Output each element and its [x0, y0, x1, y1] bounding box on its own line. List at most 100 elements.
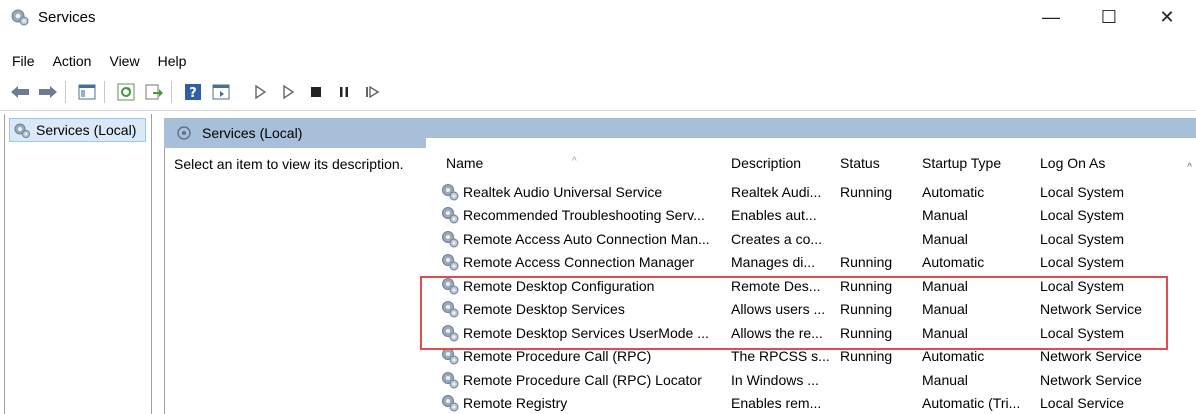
service-name: Remote Access Auto Connection Man... — [463, 230, 710, 247]
service-gear-icon — [442, 277, 459, 295]
column-header-name[interactable]: Name — [446, 148, 724, 178]
pause-service-icon — [340, 87, 348, 97]
column-header-description[interactable]: Description — [731, 148, 831, 178]
toolbar-separator — [238, 81, 239, 103]
service-name: Remote Registry — [463, 395, 568, 412]
service-name: Remote Desktop Configuration — [463, 277, 655, 294]
service-description: Allows users ... — [731, 301, 826, 318]
service-status: Running — [840, 277, 893, 294]
service-name-cell: Remote Registry — [440, 392, 728, 414]
toolbar-separator — [65, 81, 66, 103]
menu-view[interactable]: View — [109, 53, 139, 69]
menu-file[interactable]: File — [12, 53, 35, 69]
service-status: Running — [840, 254, 893, 271]
service-row[interactable]: Realtek Audio Universal Service Realtek A… — [426, 180, 1196, 204]
service-name: Remote Desktop Services — [463, 301, 625, 318]
service-description: Creates a co... — [731, 230, 823, 247]
service-row[interactable]: Remote Access Connection Manager Manages … — [426, 251, 1196, 275]
export-list-button[interactable] — [142, 80, 166, 104]
service-name: Realtek Audio Universal Service — [463, 183, 663, 200]
service-row[interactable]: Remote Procedure Call (RPC) The RPCSS s..… — [426, 345, 1196, 369]
stop-service-icon — [311, 87, 321, 97]
service-log-on-as: Local System — [1040, 207, 1125, 224]
service-log-on-as: Network Service — [1040, 348, 1142, 365]
maximize-button[interactable]: ☐ — [1080, 0, 1138, 34]
service-startup-type: Manual — [922, 230, 968, 247]
pause-service-button[interactable] — [332, 80, 356, 104]
service-row[interactable]: Remote Desktop Configuration Remote Des..… — [426, 274, 1196, 298]
service-row[interactable]: Recommended Troubleshooting Serv... Enabl… — [426, 204, 1196, 228]
start-service-icon — [255, 85, 266, 99]
help-button[interactable]: ? — [181, 80, 205, 104]
services-gear-icon — [177, 126, 191, 140]
menu-help[interactable]: Help — [158, 53, 187, 69]
scrollbar-up-icon[interactable]: ^ — [1187, 162, 1192, 173]
show-hide-tree-button[interactable] — [75, 80, 99, 104]
tree-item-services-local[interactable]: Services (Local) — [9, 118, 146, 142]
service-gear-icon — [442, 324, 459, 342]
export-list-icon — [145, 84, 163, 100]
service-log-on-as: Local System — [1040, 183, 1125, 200]
menu-bar: File Action View Help — [0, 50, 192, 72]
description-panel: Select an item to view its description. — [164, 148, 426, 414]
service-startup-type: Manual — [922, 371, 968, 388]
column-header-log-on-as[interactable]: Log On As — [1040, 148, 1170, 178]
service-description: In Windows ... — [731, 371, 819, 388]
service-startup-type: Manual — [922, 207, 968, 224]
service-description: Allows the re... — [731, 324, 823, 341]
service-name-cell: Remote Procedure Call (RPC) — [440, 345, 728, 369]
service-row[interactable]: Remote Registry Enables rem... Automatic (… — [426, 392, 1196, 414]
service-name: Recommended Troubleshooting Serv... — [463, 207, 705, 224]
service-startup-type: Manual — [922, 277, 968, 294]
properties-icon — [212, 84, 230, 100]
service-startup-type: Automatic — [922, 183, 985, 200]
service-name-cell: Remote Desktop Services — [440, 298, 728, 322]
service-startup-type: Automatic (Tri... — [922, 395, 1021, 412]
service-log-on-as: Network Service — [1040, 301, 1142, 318]
service-status: Running — [840, 348, 893, 365]
service-description: Realtek Audi... — [731, 183, 822, 200]
back-button[interactable] — [8, 80, 32, 104]
tree-item-label: Services (Local) — [36, 122, 137, 138]
service-row[interactable]: Remote Procedure Call (RPC) Locator In Wi… — [426, 368, 1196, 392]
service-status — [840, 204, 918, 228]
close-button[interactable]: ✕ — [1138, 0, 1196, 34]
services-rows: Realtek Audio Universal Service Realtek A… — [426, 180, 1196, 414]
minimize-button[interactable]: — — [1022, 0, 1080, 34]
service-name-cell: Recommended Troubleshooting Serv... — [440, 204, 728, 228]
service-name-cell: Realtek Audio Universal Service — [440, 180, 728, 204]
start-service-alt-button[interactable] — [276, 80, 300, 104]
service-log-on-as: Local Service — [1040, 395, 1125, 412]
column-header-startup-type[interactable]: Startup Type — [922, 148, 1032, 178]
stop-service-button[interactable] — [304, 80, 328, 104]
svg-text:?: ? — [189, 86, 197, 101]
service-startup-type: Manual — [922, 301, 968, 318]
forward-button[interactable] — [36, 80, 60, 104]
properties-button[interactable] — [209, 80, 233, 104]
service-name-cell: Remote Procedure Call (RPC) Locator — [440, 368, 728, 392]
service-name-cell: Remote Desktop Configuration — [440, 274, 728, 298]
list-header: ^ Name Description Status Startup Type L… — [426, 148, 1196, 178]
service-row[interactable]: Remote Desktop Services Allows users ... R… — [426, 298, 1196, 322]
service-gear-icon — [442, 254, 459, 271]
forward-arrow-icon — [39, 86, 57, 98]
service-row[interactable]: Remote Desktop Services UserMode ... Allo… — [426, 321, 1196, 345]
toolbar-separator — [104, 81, 105, 103]
window-title: Services — [38, 8, 96, 26]
service-gear-icon — [442, 230, 459, 248]
start-service-button[interactable] — [248, 80, 272, 104]
service-name: Remote Access Connection Manager — [463, 254, 695, 271]
service-gear-icon — [442, 207, 459, 224]
menu-action[interactable]: Action — [53, 53, 92, 69]
refresh-button[interactable] — [114, 80, 138, 104]
service-gear-icon — [442, 371, 459, 389]
pane-header-title: Services (Local) — [202, 125, 303, 141]
service-log-on-as: Local System — [1040, 277, 1125, 294]
service-description: Remote Des... — [731, 277, 821, 294]
service-row[interactable]: Remote Access Auto Connection Man... Crea… — [426, 227, 1196, 251]
resume-service-button[interactable] — [360, 80, 384, 104]
service-description: Enables rem... — [731, 395, 822, 412]
column-header-status[interactable]: Status — [840, 148, 910, 178]
service-log-on-as: Network Service — [1040, 371, 1142, 388]
resume-service-icon — [366, 85, 379, 99]
